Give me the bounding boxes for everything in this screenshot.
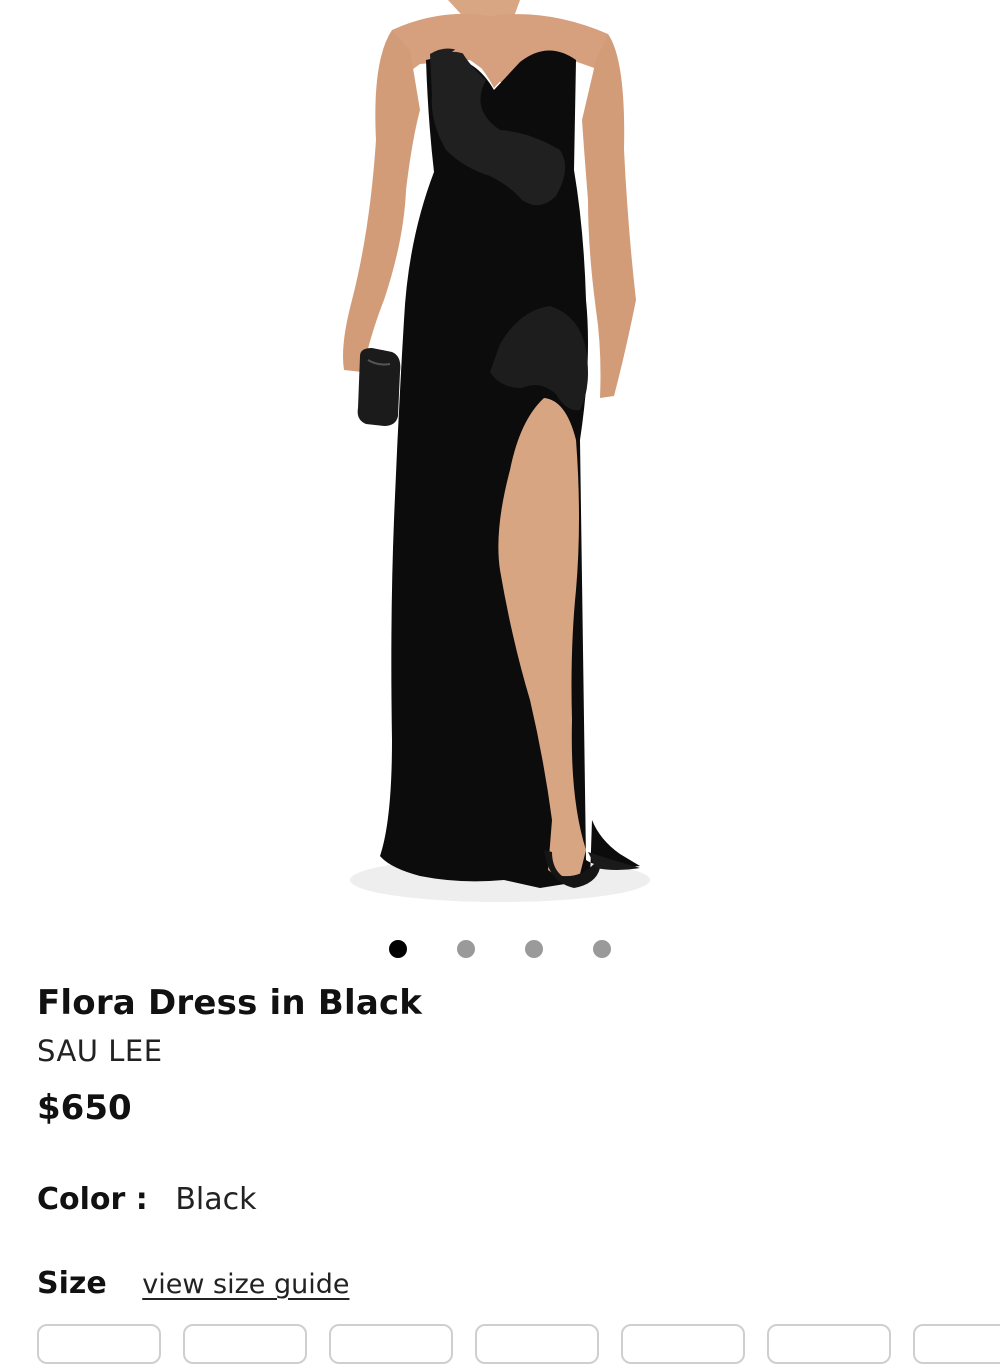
color-row: Color : Black <box>37 1182 256 1217</box>
carousel-dot-1[interactable] <box>389 940 407 958</box>
size-option[interactable] <box>767 1324 891 1364</box>
product-price: $650 <box>37 1088 132 1128</box>
color-value: Black <box>175 1182 257 1217</box>
size-option[interactable] <box>621 1324 745 1364</box>
size-guide-link[interactable]: view size guide <box>142 1269 349 1300</box>
size-row: Size view size guide <box>37 1266 349 1301</box>
carousel-dot-2[interactable] <box>457 940 475 958</box>
size-label: Size <box>37 1266 107 1301</box>
product-image[interactable] <box>0 0 1000 920</box>
carousel-dots <box>0 940 1000 958</box>
product-title: Flora Dress in Black <box>37 983 423 1023</box>
size-option[interactable] <box>37 1324 161 1364</box>
carousel-dot-3[interactable] <box>525 940 543 958</box>
brand-name[interactable]: SAU LEE <box>37 1034 163 1068</box>
model-dress-illustration <box>343 0 650 902</box>
carousel-dot-4[interactable] <box>593 940 611 958</box>
size-option[interactable] <box>329 1324 453 1364</box>
size-option[interactable] <box>183 1324 307 1364</box>
size-option[interactable] <box>913 1324 1000 1364</box>
color-label: Color : <box>37 1182 148 1217</box>
size-options <box>37 1324 1000 1364</box>
size-option[interactable] <box>475 1324 599 1364</box>
